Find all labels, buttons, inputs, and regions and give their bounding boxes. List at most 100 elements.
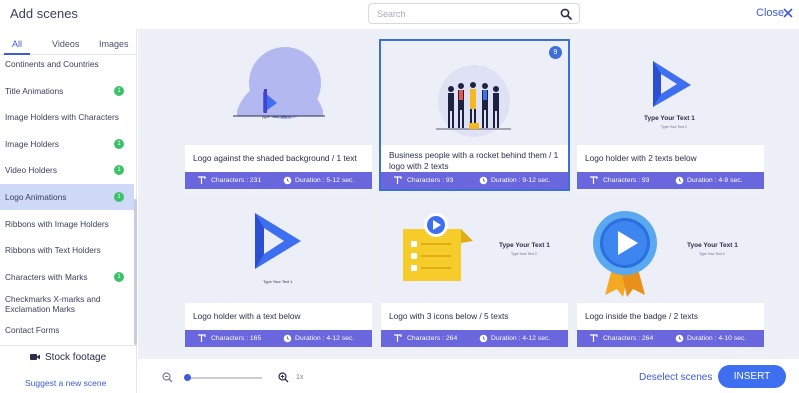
badge-logo-illustration (593, 211, 657, 297)
characters-count: Characters : 165 (211, 335, 262, 342)
sidebar-item-label: Image Holders with Characters (5, 112, 119, 122)
scene-title: Logo holder with 2 texts below (585, 153, 697, 163)
sidebar-scrollbar[interactable] (134, 199, 137, 345)
duration: Duration : 4-9 sec. (687, 177, 743, 184)
sidebar-item-logo-animations[interactable]: Logo Animations 1 (0, 184, 134, 210)
scene-stats-bar: Characters : 93 Duration : 9-12 sec. (381, 172, 568, 189)
characters-count: Characters : 264 (603, 335, 654, 342)
sidebar-item-checkmarks[interactable]: Checkmarks X-marks and Exclamation Marks (0, 294, 110, 314)
active-tab-indicator (4, 53, 30, 55)
characters-count: Characters : 264 (407, 335, 458, 342)
clock-icon (675, 334, 684, 343)
duration: Duration : 9-12 sec. (491, 177, 551, 184)
zoom-slider-handle[interactable] (184, 374, 191, 381)
sidebar-item-label: Logo Animations (5, 192, 67, 202)
suggest-scene-link[interactable]: Suggest a new scene (25, 378, 106, 388)
scene-thumbnail: Tyoe Your Text 1 Type Your Text 2 (577, 199, 764, 303)
header: Add scenes Close (0, 0, 799, 29)
page-title: Add scenes (10, 6, 78, 21)
clock-icon (283, 334, 292, 343)
text-icon (394, 176, 402, 184)
tab-all[interactable]: All (12, 39, 22, 49)
tab-videos[interactable]: Videos (52, 39, 79, 49)
footer-toolbar: 1x Deselect scenes INSERT (138, 359, 799, 393)
scene-stats-bar: Characters : 93 Duration : 4-9 sec. (577, 172, 764, 189)
clock-icon (479, 334, 488, 343)
sidebar-item-contact-forms[interactable]: Contact Forms (0, 325, 134, 335)
sidebar-item-label: Ribbons with Text Holders (5, 245, 101, 255)
sidebar-item-video-holders[interactable]: Video Holders 1 (0, 165, 134, 175)
count-badge: 1 (114, 272, 124, 282)
sidebar-item-label: Video Holders (5, 165, 57, 175)
duration: Duration : 4-12 sec. (295, 335, 355, 342)
scene-thumbnail: Type Your Text 1 (185, 199, 372, 303)
thumbnail-subtext: Type Your Text 2 (511, 252, 537, 256)
zoom-level-readout: 1x (296, 374, 304, 381)
video-camera-icon (30, 354, 40, 360)
text-icon (590, 176, 598, 184)
search-box[interactable] (368, 3, 580, 24)
count-badge: 1 (114, 192, 124, 202)
tab-images[interactable]: Images (99, 39, 129, 49)
insert-button[interactable]: INSERT (718, 365, 786, 388)
duration: Duration : 5-12 sec. (295, 177, 355, 184)
duration: Duration : 4-12 sec. (491, 335, 551, 342)
tab-bar: All Videos Images (0, 29, 137, 55)
category-list: Continents and Countries Title Animation… (0, 56, 137, 346)
sidebar-item-image-holders-characters[interactable]: Image Holders with Characters (0, 112, 134, 122)
search-input[interactable] (377, 7, 557, 21)
thumbnail-text: Type Your Text 1 (263, 279, 293, 284)
sidebar-item-characters-marks[interactable]: Characters with Marks 1 (0, 272, 134, 282)
characters-count: Characters : 93 (603, 177, 650, 184)
scene-card[interactable]: Type Your Text 1 Logo holder with a text… (185, 199, 372, 347)
sidebar-item-image-holders[interactable]: Image Holders 1 (0, 139, 134, 149)
text-icon (198, 176, 206, 184)
zoom-in-icon[interactable] (278, 372, 289, 383)
deselect-scenes-button[interactable]: Deselect scenes (639, 372, 712, 383)
zoom-out-icon[interactable] (162, 372, 173, 383)
scene-title: Logo inside the badge / 2 texts (585, 311, 699, 321)
thumbnail-text: Type Your Text 1 (499, 242, 550, 249)
duration: Duration : 4-10 sec. (687, 335, 747, 342)
thumbnail-text: Type Your Text 1 (261, 114, 291, 119)
scene-grid: Type Your Text 1 Logo against the shaded… (138, 29, 799, 359)
shaded-logo-illustration (233, 47, 325, 119)
thumbnail-text: Tyoe Your Text 1 (687, 242, 738, 249)
stock-footage-label: Stock footage (45, 352, 107, 363)
characters-count: Characters : 231 (211, 177, 262, 184)
sidebar-item-continents[interactable]: Continents and Countries (0, 59, 134, 69)
close-icon[interactable] (783, 8, 793, 18)
zoom-slider[interactable] (186, 377, 262, 379)
scene-card[interactable]: Type Your Text 1 Type Your Text 2 Logo h… (577, 41, 764, 189)
scene-card-selected[interactable]: 9 Business people with a rocket behind t… (379, 39, 570, 191)
scene-title: Logo with 3 icons below / 5 texts (389, 311, 509, 321)
sidebar-item-label: Contact Forms (5, 325, 60, 335)
scene-card[interactable]: Tyoe Your Text 1 Type Your Text 2 Logo i… (577, 199, 764, 347)
logo-holder-illustration (255, 213, 301, 269)
sidebar-item-ribbons-image-holders[interactable]: Ribbons with Image Holders (0, 219, 134, 229)
scene-card[interactable]: Type Your Text 1 Logo against the shaded… (185, 41, 372, 189)
text-icon (590, 334, 598, 342)
scene-title: Logo holder with a text below (193, 311, 301, 321)
clock-icon (283, 176, 292, 185)
count-badge: 1 (114, 86, 124, 96)
count-badge: 1 (114, 139, 124, 149)
sidebar-item-label: Checkmarks X-marks and Exclamation Marks (5, 294, 101, 314)
text-icon (394, 334, 402, 342)
sidebar-item-ribbons-text-holders[interactable]: Ribbons with Text Holders (0, 245, 134, 255)
sidebar: All Videos Images Continents and Countri… (0, 29, 137, 393)
scene-thumbnail: Type Your Text 1 (185, 41, 372, 145)
sidebar-item-title-animations[interactable]: Title Animations 1 (0, 86, 134, 96)
scene-title: Business people with a rocket behind the… (389, 150, 559, 171)
scene-card[interactable]: Type Your Text 1 Type Your Text 2 Logo w… (381, 199, 568, 347)
business-people-illustration (436, 65, 511, 137)
characters-count: Characters : 93 (407, 177, 454, 184)
clock-icon (675, 176, 684, 185)
search-icon[interactable] (560, 8, 572, 20)
stock-footage-button[interactable]: Stock footage (0, 345, 137, 367)
text-icon (198, 334, 206, 342)
close-button[interactable]: Close (756, 7, 784, 19)
scene-thumbnail: Type Your Text 1 Type Your Text 2 (381, 199, 568, 303)
sidebar-item-label: Image Holders (5, 139, 59, 149)
sidebar-item-label: Ribbons with Image Holders (5, 219, 109, 229)
